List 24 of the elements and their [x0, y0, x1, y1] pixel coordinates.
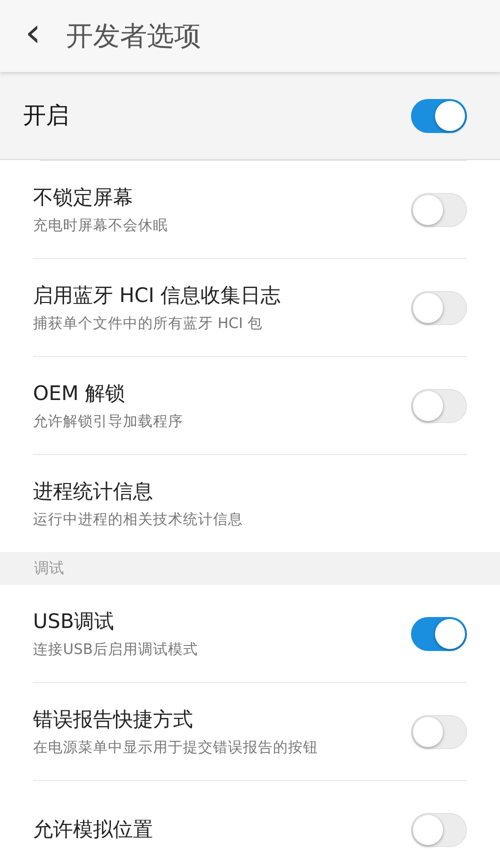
- setting-title: 不锁定屏幕: [33, 184, 134, 211]
- toggle-switch[interactable]: [411, 714, 467, 748]
- setting-description: 充电时屏幕不会休眠: [33, 216, 168, 235]
- setting-description: 运行中进程的相关技术统计信息: [33, 511, 243, 529]
- setting-description: 在电源菜单中显示用于提交错误报告的按钮: [33, 738, 318, 757]
- setting-title: 开启: [23, 102, 69, 131]
- setting-title: 允许模拟位置: [33, 816, 153, 843]
- toggle-switch[interactable]: [411, 192, 467, 226]
- toggle-switch[interactable]: [411, 388, 467, 422]
- setting-title: 启用蓝牙 HCI 信息收集日志: [33, 282, 281, 309]
- setting-title: OEM 解锁: [33, 380, 126, 407]
- toggle-switch[interactable]: [411, 290, 467, 324]
- setting-title: 进程统计信息: [33, 478, 154, 505]
- back-button[interactable]: ‹: [20, 13, 46, 59]
- section-header: 调试: [0, 552, 500, 585]
- setting-description: 允许解锁引导加载程序: [33, 413, 183, 431]
- setting-title: USB调试: [33, 608, 116, 635]
- toggle-switch[interactable]: [411, 616, 467, 650]
- toggle-switch[interactable]: [411, 812, 467, 846]
- toggle-switch[interactable]: [411, 98, 467, 132]
- setting-description: 连接USB后启用调试模式: [33, 640, 198, 659]
- setting-description: 捕获单个文件中的所有蓝牙 HCI 包: [33, 314, 264, 333]
- page-title: 开发者选项: [66, 20, 201, 54]
- setting-title: 错误报告快捷方式: [33, 706, 194, 733]
